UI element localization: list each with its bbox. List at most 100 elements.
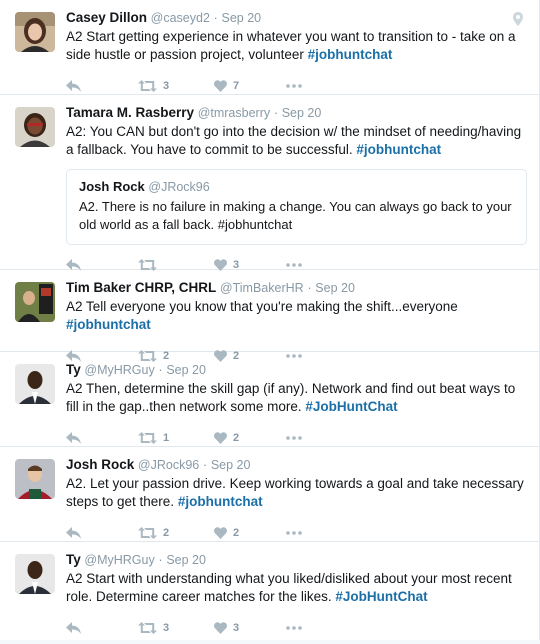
reply-icon bbox=[66, 527, 81, 539]
author-name[interactable]: Tim Baker CHRP, CHRL bbox=[66, 280, 216, 295]
author-handle[interactable]: @caseyd2 bbox=[151, 11, 210, 25]
reply-button[interactable] bbox=[66, 527, 138, 539]
more-icon bbox=[286, 84, 302, 88]
timestamp[interactable]: Sep 20 bbox=[222, 11, 262, 25]
retweet-button[interactable]: 3 bbox=[138, 80, 214, 92]
avatar[interactable] bbox=[15, 459, 55, 499]
author-handle[interactable]: @TimBakerHR bbox=[220, 281, 304, 295]
tweet[interactable]: Casey Dillon @caseyd2 · Sep 20 A2 Start … bbox=[0, 0, 539, 95]
like-count: 2 bbox=[233, 527, 240, 539]
more-icon bbox=[286, 531, 302, 535]
reply-button[interactable] bbox=[66, 622, 138, 634]
tweet-text: A2 Tell everyone you know that you're ma… bbox=[66, 299, 458, 332]
tweet[interactable]: Tim Baker CHRP, CHRL @TimBakerHR · Sep 2… bbox=[0, 270, 539, 362]
author-name[interactable]: Ty bbox=[66, 362, 81, 377]
more-icon bbox=[286, 626, 302, 630]
reply-icon bbox=[66, 80, 81, 92]
more-button[interactable] bbox=[286, 436, 302, 440]
avatar-image bbox=[15, 107, 55, 147]
like-count: 2 bbox=[233, 432, 240, 444]
avatar-image bbox=[15, 459, 55, 499]
heart-icon bbox=[214, 622, 227, 634]
timeline: Casey Dillon @caseyd2 · Sep 20 A2 Start … bbox=[0, 0, 540, 640]
like-button[interactable]: 2 bbox=[214, 432, 286, 444]
quoted-tweet[interactable]: Josh Rock @JRock96 A2. There is no failu… bbox=[66, 169, 527, 245]
timestamp[interactable]: Sep 20 bbox=[282, 106, 322, 120]
like-count: 3 bbox=[233, 622, 240, 634]
tweet[interactable]: Josh Rock @JRock96 · Sep 20 A2. Let your… bbox=[0, 447, 539, 542]
author-name[interactable]: Tamara M. Rasberry bbox=[66, 105, 194, 120]
hashtag-link[interactable]: #JobHuntChat bbox=[305, 399, 397, 414]
author-handle[interactable]: @tmrasberry bbox=[198, 106, 270, 120]
tweet-text: A2 Start getting experience in whatever … bbox=[66, 29, 516, 62]
like-button[interactable]: 2 bbox=[214, 527, 286, 539]
tweet-text: A2 Then, determine the skill gap (if any… bbox=[66, 381, 516, 414]
author-handle[interactable]: @MyHRGuy bbox=[84, 553, 154, 567]
retweet-button[interactable]: 2 bbox=[138, 527, 214, 539]
more-button[interactable] bbox=[286, 626, 302, 630]
hashtag-link[interactable]: #jobhuntchat bbox=[66, 317, 151, 332]
tweet-header: Casey Dillon @caseyd2 · Sep 20 bbox=[66, 10, 262, 25]
hashtag-link[interactable]: #jobhuntchat bbox=[308, 47, 393, 62]
quote-text: A2. There is no failure in making a chan… bbox=[79, 199, 512, 232]
author-name[interactable]: Ty bbox=[66, 552, 81, 567]
author-name[interactable]: Casey Dillon bbox=[66, 10, 147, 25]
like-button[interactable]: 3 bbox=[214, 622, 286, 634]
retweet-icon bbox=[138, 432, 157, 444]
retweet-button[interactable]: 3 bbox=[138, 622, 214, 634]
more-button[interactable] bbox=[286, 531, 302, 535]
avatar[interactable] bbox=[15, 12, 55, 52]
author-handle[interactable]: @JRock96 bbox=[138, 458, 199, 472]
quote-author-handle: @JRock96 bbox=[148, 180, 210, 194]
heart-icon bbox=[214, 527, 227, 539]
tweet[interactable]: Ty @MyHRGuy · Sep 20 A2 Start with under… bbox=[0, 542, 539, 640]
hashtag-link[interactable]: #jobhuntchat bbox=[356, 142, 441, 157]
tweet-actions: 3 3 bbox=[66, 612, 527, 644]
reply-icon bbox=[66, 622, 81, 634]
retweet-count: 2 bbox=[163, 527, 170, 539]
author-name[interactable]: Josh Rock bbox=[66, 457, 134, 472]
avatar[interactable] bbox=[15, 364, 55, 404]
avatar-image bbox=[15, 282, 55, 322]
retweet-count: 3 bbox=[163, 80, 170, 92]
hashtag-link[interactable]: #jobhuntchat bbox=[178, 494, 263, 509]
more-icon bbox=[286, 263, 302, 267]
avatar-image bbox=[15, 364, 55, 404]
retweet-icon bbox=[138, 622, 157, 634]
quote-author-name: Josh Rock bbox=[79, 179, 145, 194]
tweet-text: A2 Start with understanding what you lik… bbox=[66, 571, 512, 604]
reply-button[interactable] bbox=[66, 80, 138, 92]
tweet-text: A2: You CAN but don't go into the decisi… bbox=[66, 124, 522, 157]
more-button[interactable] bbox=[286, 84, 302, 88]
heart-icon bbox=[214, 80, 227, 92]
retweet-icon bbox=[138, 527, 157, 539]
tweet[interactable]: Ty @MyHRGuy · Sep 20 A2 Then, determine … bbox=[0, 352, 539, 447]
reply-button[interactable] bbox=[66, 432, 138, 444]
retweet-count: 1 bbox=[163, 432, 170, 444]
timestamp[interactable]: Sep 20 bbox=[211, 458, 251, 472]
quote-header: Josh Rock @JRock96 bbox=[79, 179, 514, 195]
avatar[interactable] bbox=[15, 554, 55, 594]
hashtag-link[interactable]: #JobHuntChat bbox=[335, 589, 427, 604]
more-button[interactable] bbox=[286, 263, 302, 267]
avatar[interactable] bbox=[15, 107, 55, 147]
timestamp[interactable]: Sep 20 bbox=[166, 553, 206, 567]
tweet-header: Josh Rock @JRock96 · Sep 20 bbox=[66, 457, 251, 472]
like-button[interactable]: 7 bbox=[214, 80, 286, 92]
author-handle[interactable]: @MyHRGuy bbox=[84, 363, 154, 377]
retweet-icon bbox=[138, 80, 157, 92]
tweet[interactable]: Tamara M. Rasberry @tmrasberry · Sep 20 … bbox=[0, 95, 539, 271]
timestamp[interactable]: Sep 20 bbox=[166, 363, 206, 377]
avatar-image bbox=[15, 554, 55, 594]
tweet-header: Tim Baker CHRP, CHRL @TimBakerHR · Sep 2… bbox=[66, 280, 355, 295]
tweet-header: Ty @MyHRGuy · Sep 20 bbox=[66, 552, 206, 567]
reply-icon bbox=[66, 432, 81, 444]
tweet-header: Tamara M. Rasberry @tmrasberry · Sep 20 bbox=[66, 105, 322, 120]
avatar[interactable] bbox=[15, 282, 55, 322]
tweet-header: Ty @MyHRGuy · Sep 20 bbox=[66, 362, 206, 377]
heart-icon bbox=[214, 432, 227, 444]
tweet-text: A2. Let your passion drive. Keep working… bbox=[66, 476, 524, 509]
retweet-button[interactable]: 1 bbox=[138, 432, 214, 444]
location-pin-icon[interactable] bbox=[513, 12, 523, 31]
timestamp[interactable]: Sep 20 bbox=[315, 281, 355, 295]
